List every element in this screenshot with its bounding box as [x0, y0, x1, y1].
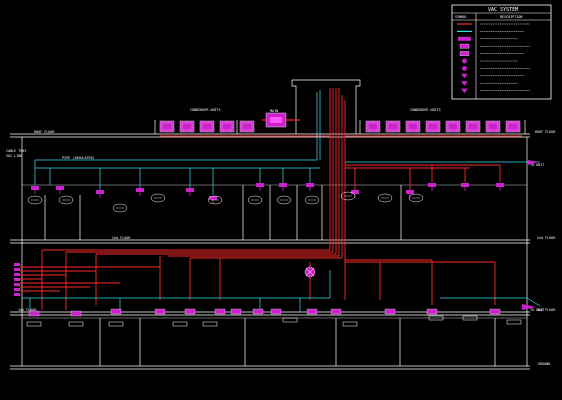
indoor-unit — [428, 183, 436, 191]
legend-row — [458, 36, 518, 41]
right-outlet-markers — [522, 160, 538, 310]
roof-floor-label-right: ROOF FLOOR — [535, 130, 556, 134]
ceiling-diffuser — [276, 195, 292, 205]
condenser-unit — [159, 120, 175, 133]
indoor-unit — [330, 308, 342, 315]
indoor-unit — [461, 183, 469, 191]
ceiling-diffuser — [112, 203, 128, 213]
indoor-unit — [279, 183, 287, 191]
condenser-label-left: CONDENSER UNITS — [190, 108, 221, 112]
indoor-unit — [70, 310, 82, 317]
condenser-units — [159, 120, 521, 133]
annotations: CONDENSER UNITS CONDENSER UNITS MAIN CAB… — [6, 108, 544, 312]
ceiling-diffuser — [304, 195, 320, 205]
ceiling-diffuser — [282, 317, 298, 323]
indoor-unit — [489, 308, 501, 315]
pipe-label: PIPE (INSULATED) — [62, 156, 95, 160]
indoor-unit — [406, 190, 414, 198]
legend-table: VAC SYSTEM SYMBOL DESCRIPTION — [451, 4, 552, 100]
condenser-unit — [405, 120, 421, 133]
condenser-unit — [505, 120, 521, 133]
legend-rows — [457, 23, 530, 94]
condenser-unit — [365, 120, 381, 133]
roof-ahu — [262, 112, 300, 128]
feed-sub-label: VAC LINE — [6, 154, 22, 158]
legend-description-header: DESCRIPTION — [500, 15, 522, 19]
condenser-unit — [425, 120, 441, 133]
ceiling-diffuser — [108, 321, 124, 327]
feed-label: CABLE TRAY — [6, 149, 26, 153]
legend-row — [459, 43, 530, 49]
indoor-unit — [270, 308, 282, 315]
main-riser-label: MAIN — [270, 109, 278, 113]
condenser-unit — [199, 120, 215, 133]
second-floor-label-left: 2nd FLOOR — [112, 236, 131, 240]
indoor-unit — [110, 308, 122, 315]
condenser-unit — [445, 120, 461, 133]
indoor-unit — [184, 308, 196, 315]
condenser-unit — [179, 120, 195, 133]
wall-terminals-left — [14, 263, 20, 296]
legend-row — [461, 88, 530, 94]
branch-selector-2nd — [304, 266, 316, 278]
ceiling-diffuser — [150, 193, 166, 203]
indoor-units — [26, 183, 522, 327]
condenser-unit — [239, 120, 255, 133]
indoor-unit — [56, 186, 64, 194]
legend-row — [462, 66, 530, 71]
indoor-unit — [186, 188, 194, 196]
ceiling-diffuser — [340, 191, 356, 201]
indoor-unit — [496, 183, 504, 191]
to-right-label-2: TO UNIT — [530, 308, 544, 312]
ceiling-diffuser — [26, 321, 42, 327]
condenser-unit — [465, 120, 481, 133]
second-floor-label-right: 2nd FLOOR — [537, 236, 556, 240]
legend-title: VAC SYSTEM — [488, 7, 518, 13]
indoor-unit — [28, 310, 40, 317]
condenser-unit — [485, 120, 501, 133]
indoor-unit — [136, 188, 144, 196]
indoor-unit — [214, 308, 226, 315]
ground-label: GROUND — [538, 362, 550, 366]
ceiling-diffuser — [506, 319, 522, 325]
legend-row — [462, 58, 518, 64]
condenser-label-right: CONDENSER UNITS — [410, 108, 441, 112]
indoor-unit — [306, 183, 314, 191]
ceiling-diffuser — [27, 195, 43, 205]
legend-row — [461, 81, 518, 86]
indoor-unit — [426, 308, 438, 315]
roof-floor-label-left: ROOF FLOOR — [34, 130, 55, 134]
ceiling-diffuser — [247, 195, 263, 205]
indoor-unit — [306, 308, 318, 315]
legend-row — [461, 73, 524, 79]
condenser-unit — [219, 120, 235, 133]
ceiling-diffuser — [172, 321, 188, 327]
ceiling-diffuser — [202, 321, 218, 327]
indoor-unit — [252, 308, 264, 315]
indoor-unit — [230, 308, 242, 315]
indoor-unit — [256, 183, 264, 191]
indoor-unit — [96, 190, 104, 198]
vac-system-diagram: VAC SYSTEM SYMBOL DESCRIPTION ROOF FLOOR… — [6, 4, 556, 370]
legend-row — [459, 51, 524, 56]
indoor-unit — [154, 308, 166, 315]
ceiling-diffuser — [408, 193, 424, 203]
indoor-unit — [31, 186, 39, 194]
ceiling-diffuser — [342, 321, 358, 327]
condenser-unit — [385, 120, 401, 133]
indoor-unit — [384, 308, 396, 315]
ceiling-diffuser — [68, 321, 84, 327]
legend-symbol-header: SYMBOL — [455, 15, 467, 19]
ceiling-diffuser — [58, 195, 74, 205]
ceiling-diffuser — [377, 193, 393, 203]
